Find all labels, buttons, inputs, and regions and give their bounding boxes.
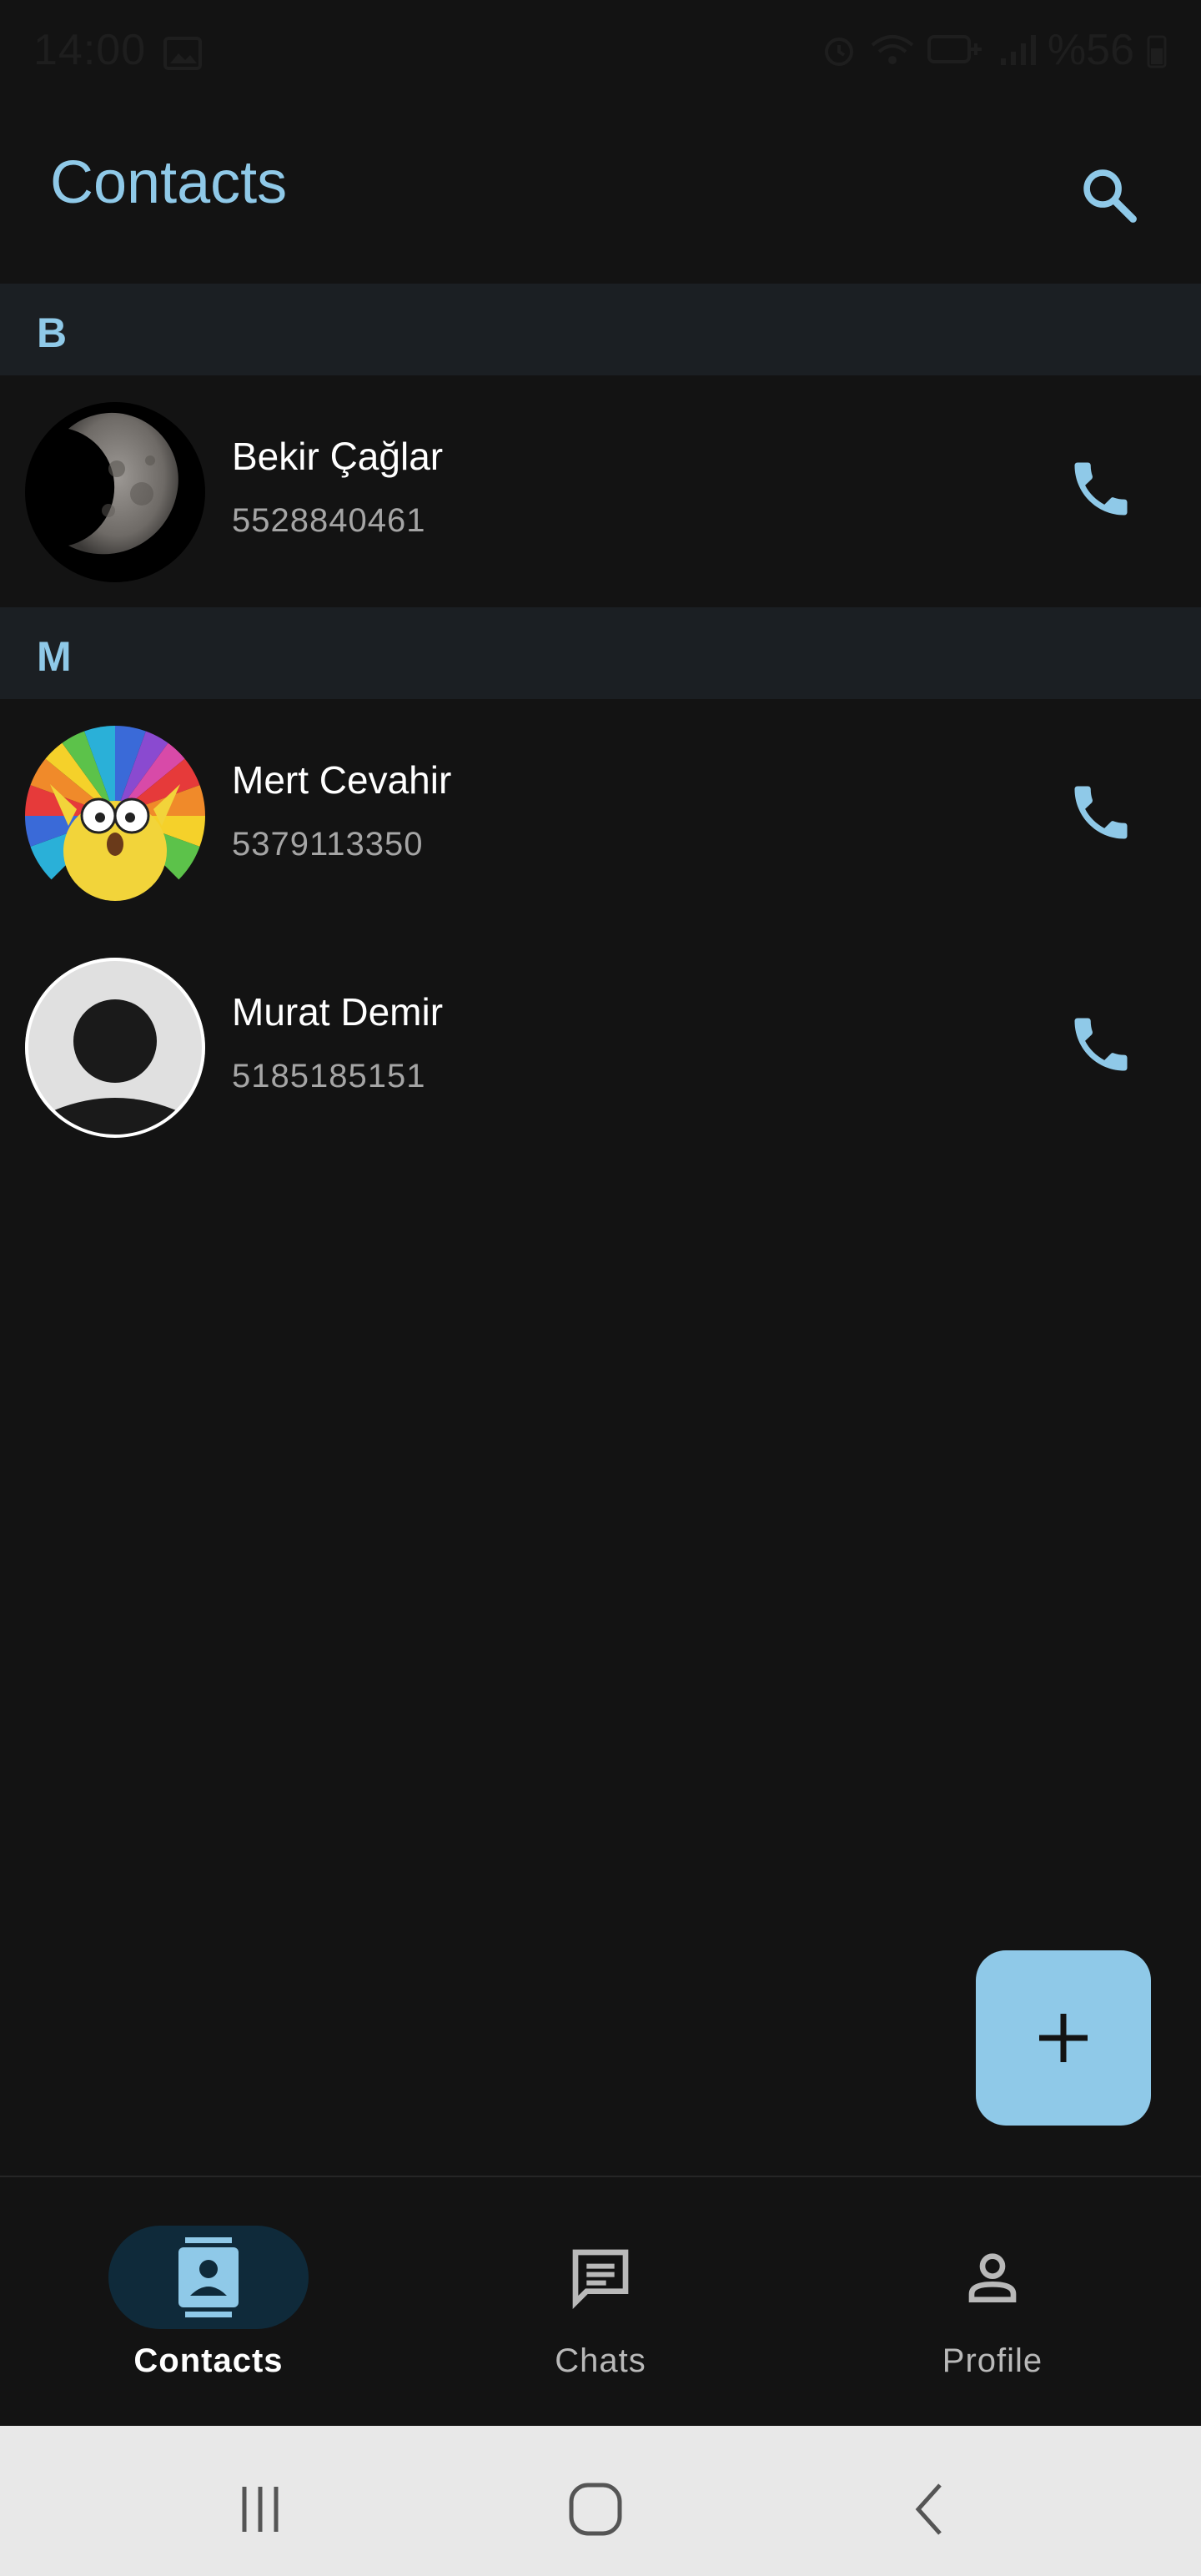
back-icon [915, 2483, 942, 2535]
call-button[interactable] [1051, 439, 1151, 539]
system-nav-bar [0, 2426, 1201, 2576]
phone-icon [1074, 786, 1128, 839]
nav-label: Profile [942, 2342, 1043, 2379]
battery-icon [1147, 35, 1167, 68]
nav-pill [108, 2226, 309, 2329]
profile-icon [968, 2253, 1017, 2302]
nav-item-chats[interactable]: Chats [400, 2177, 801, 2428]
contact-name: Mert Cevahir [232, 758, 452, 802]
add-contact-button[interactable] [976, 1950, 1151, 2126]
status-icons: %56 [821, 25, 1168, 75]
hd-plus-icon [927, 35, 982, 63]
signal-icon [1000, 35, 1036, 65]
nav-pill [500, 2226, 701, 2329]
section-letter: M [37, 633, 72, 680]
home-icon [569, 2483, 622, 2536]
contact-row[interactable]: Murat Demir 5185185151 [0, 941, 1201, 1158]
phone-icon [1074, 1018, 1128, 1071]
nav-pill [892, 2226, 1093, 2329]
wifi-icon [871, 35, 914, 64]
alarm-icon [824, 38, 853, 66]
avatar [25, 726, 205, 906]
contact-name: Murat Demir [232, 990, 444, 1034]
home-button[interactable] [545, 2468, 646, 2551]
contact-phone: 5528840461 [232, 502, 426, 539]
avatar [25, 958, 205, 1138]
recent-apps-button[interactable] [210, 2468, 310, 2551]
status-bar: 14:00 %56 [0, 0, 1201, 100]
contact-row[interactable]: Bekir Çağlar 5528840461 [0, 385, 1201, 602]
status-time: 14:00 [33, 26, 147, 74]
contact-row[interactable]: Mert Cevahir 5379113350 [0, 709, 1201, 926]
search-icon [1083, 169, 1137, 223]
nav-label: Contacts [133, 2342, 284, 2379]
contact-name: Bekir Çağlar [232, 435, 444, 478]
back-button[interactable] [881, 2468, 981, 2551]
plus-icon [1039, 2014, 1088, 2062]
avatar [25, 402, 205, 582]
call-button[interactable] [1051, 762, 1151, 863]
recent-apps-icon [242, 2487, 279, 2532]
nav-item-contacts[interactable]: Contacts [8, 2177, 409, 2428]
bottom-nav: Contacts Chats Profile [0, 2176, 1201, 2428]
section-header-m: M [0, 607, 1201, 699]
gallery-icon [163, 37, 202, 70]
search-button[interactable] [1068, 153, 1151, 237]
chat-icon [572, 2249, 629, 2310]
contact-phone: 5185185151 [232, 1058, 426, 1094]
page-title: Contacts [50, 149, 288, 216]
app-bar: Contacts [0, 100, 1201, 284]
nav-item-profile[interactable]: Profile [792, 2177, 1193, 2428]
section-letter: B [37, 309, 68, 356]
contact-phone: 5379113350 [232, 826, 424, 863]
phone-icon [1074, 462, 1128, 516]
nav-label: Chats [555, 2342, 646, 2379]
call-button[interactable] [1051, 994, 1151, 1094]
contacts-icon [178, 2237, 239, 2317]
battery-level: %56 [1047, 26, 1134, 74]
section-header-b: B [0, 284, 1201, 375]
